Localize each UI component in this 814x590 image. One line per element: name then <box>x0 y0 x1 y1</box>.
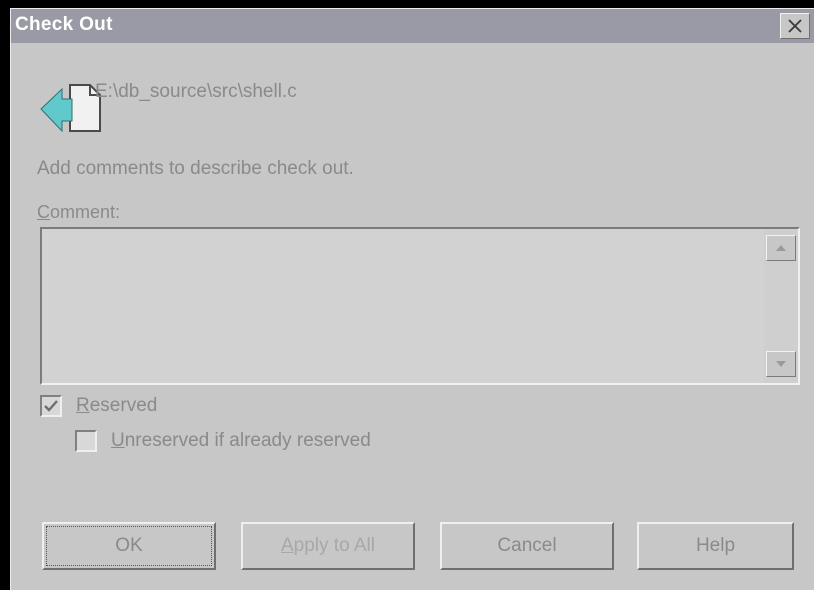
close-icon <box>788 19 802 33</box>
reserved-mnemonic: R <box>76 395 90 416</box>
close-button[interactable] <box>780 13 810 39</box>
reserved-label-rest: eserved <box>89 395 158 416</box>
description-text: Add comments to describe check out. <box>37 158 354 179</box>
cancel-button[interactable]: Cancel <box>440 522 614 570</box>
file-path: E:\db_source\src\shell.c <box>95 81 297 102</box>
comment-label-rest: omment: <box>50 202 121 222</box>
reserved-label: Reserved <box>76 395 157 417</box>
unreserved-checkbox[interactable] <box>75 430 97 452</box>
unreserved-label-rest: nreserved if already reserved <box>124 430 371 451</box>
dialog-title: Check Out <box>15 14 113 35</box>
scroll-up-button[interactable] <box>766 235 796 261</box>
check-icon <box>44 400 58 412</box>
checkout-dialog: Check Out E:\db_source\src\shell.c Add c… <box>10 8 814 590</box>
unreserved-option[interactable]: Unreserved if already reserved <box>75 430 371 452</box>
help-button[interactable]: Help <box>637 522 794 570</box>
apply-mnemonic: A <box>280 535 294 556</box>
ok-button[interactable]: OK <box>42 522 216 570</box>
apply-label-rest: pply to All <box>293 535 375 556</box>
title-bar[interactable]: Check Out <box>11 9 814 43</box>
unreserved-label: Unreserved if already reserved <box>111 430 371 452</box>
arrow-up-icon <box>776 245 786 251</box>
scroll-down-button[interactable] <box>766 351 796 377</box>
unreserved-mnemonic: U <box>111 430 125 451</box>
comment-scrollbar[interactable] <box>764 229 798 383</box>
comment-box <box>40 227 800 385</box>
reserved-option[interactable]: Reserved <box>40 395 157 417</box>
reserved-checkbox[interactable] <box>40 395 62 417</box>
arrow-down-icon <box>776 361 786 367</box>
comment-label: Comment: <box>37 202 120 223</box>
apply-to-all-button[interactable]: Apply to All <box>241 522 415 570</box>
comment-label-mnemonic: C <box>37 202 50 222</box>
comment-input[interactable] <box>44 231 768 383</box>
